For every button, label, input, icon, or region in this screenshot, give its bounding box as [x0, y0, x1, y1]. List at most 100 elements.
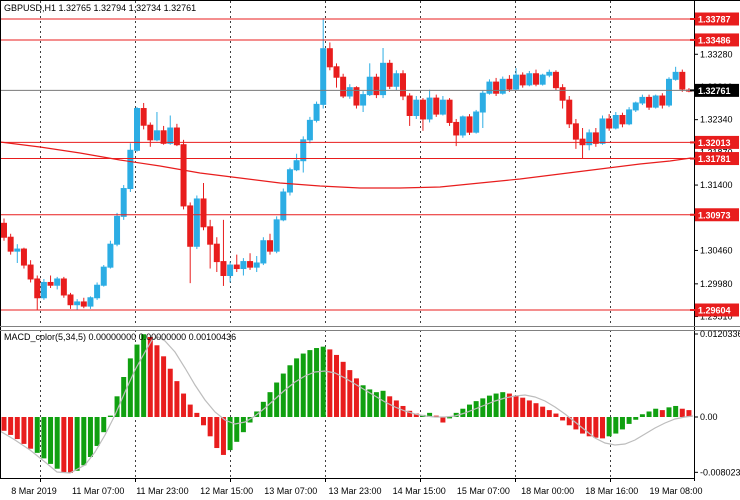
macd-up-bar	[107, 415, 113, 417]
macd-down-bar	[520, 397, 526, 417]
macd-up-bar	[34, 417, 40, 453]
macd-up-bar	[234, 417, 240, 442]
macd-axis-label: -0.0080233	[700, 467, 740, 477]
price-level-badge-label: 1.33486	[698, 35, 731, 45]
bear-candle	[7, 236, 14, 252]
macd-up-bar	[380, 390, 386, 417]
bear-candle	[386, 62, 393, 87]
bear-candle	[180, 144, 187, 207]
bear-candle	[406, 95, 413, 116]
macd-up-bar	[606, 417, 612, 437]
macd-down-bar	[593, 417, 599, 438]
macd-down-bar	[61, 417, 67, 473]
macd-down-bar	[560, 417, 566, 421]
macd-down-bar	[14, 417, 20, 440]
macd-up-bar	[294, 358, 300, 417]
macd-up-bar	[666, 407, 672, 417]
bull-candle	[426, 97, 433, 120]
time-axis-label: 14 Mar 15:00	[393, 486, 446, 496]
macd-down-bar	[8, 417, 14, 435]
bull-candle	[127, 149, 134, 190]
current-price-badge-label: 1.32761	[698, 86, 731, 96]
bull-candle	[639, 96, 646, 104]
bear-candle	[207, 226, 214, 245]
macd-up-bar	[307, 350, 313, 417]
bull-candle	[74, 301, 81, 306]
bull-candle	[586, 132, 593, 146]
macd-up-bar	[633, 417, 639, 420]
price-axis-label: 1.30460	[700, 245, 733, 255]
macd-down-bar	[220, 417, 226, 455]
time-axis-label: 18 Mar 00:00	[521, 486, 574, 496]
macd-up-bar	[101, 417, 107, 433]
macd-up-bar	[486, 395, 492, 417]
bull-candle	[499, 78, 506, 94]
price-axis-label: 1.29980	[700, 279, 733, 289]
macd-down-bar	[201, 417, 206, 426]
bull-candle	[546, 71, 553, 76]
bear-candle	[1, 222, 7, 238]
bull-candle	[253, 262, 260, 268]
macd-down-bar	[161, 356, 167, 417]
bear-candle	[60, 278, 67, 296]
macd-down-bar	[513, 395, 519, 417]
symbol-title: GBPUSD,H1 1.32765 1.32794 1.32734 1.3276…	[4, 3, 196, 13]
bull-candle	[513, 74, 520, 90]
indicator-title: MACD_color(5,34,5) 0.00000000 0.00000000…	[4, 332, 236, 342]
macd-up-bar	[48, 417, 54, 464]
macd-down-bar	[679, 408, 685, 417]
bear-candle	[187, 205, 194, 247]
time-axis-label: 11 Mar 23:00	[136, 486, 188, 496]
macd-axis-label: 0.0120336	[700, 329, 740, 339]
bear-candle	[140, 108, 147, 126]
time-axis-label: 15 Mar 07:00	[457, 486, 510, 496]
bull-candle	[366, 76, 373, 96]
macd-up-bar	[74, 417, 80, 471]
bull-candle	[393, 73, 400, 87]
bear-candle	[552, 71, 559, 89]
macd-down-bar	[21, 417, 27, 444]
macd-down-bar	[553, 413, 559, 417]
bull-candle	[54, 278, 61, 286]
macd-down-bar	[440, 417, 446, 423]
bear-candle	[433, 97, 440, 115]
macd-down-bar	[533, 403, 539, 417]
bull-candle	[360, 94, 367, 106]
macd-down-bar	[174, 381, 180, 417]
bull-candle	[40, 281, 47, 299]
bull-candle	[539, 74, 546, 85]
bull-candle	[612, 114, 619, 129]
macd-down-bar	[167, 368, 173, 417]
macd-up-bar	[87, 417, 93, 457]
bear-candle	[34, 278, 41, 299]
bull-candle	[666, 78, 672, 106]
bear-candle	[566, 99, 573, 125]
bear-candle	[659, 95, 666, 106]
bear-candle	[446, 99, 453, 123]
bull-candle	[260, 240, 267, 264]
bull-candle	[479, 92, 486, 113]
bull-candle	[100, 266, 107, 286]
macd-down-bar	[187, 404, 193, 417]
price-level-badge-label: 1.31781	[698, 154, 731, 164]
bear-candle	[533, 73, 539, 85]
time-axis-label: 13 Mar 07:00	[264, 486, 317, 496]
bear-candle	[619, 114, 626, 125]
bear-candle	[572, 123, 579, 140]
bear-candle	[220, 261, 227, 276]
time-axis-label: 12 Mar 15:00	[200, 486, 253, 496]
macd-up-bar	[653, 408, 659, 417]
bear-candle	[326, 48, 333, 68]
macd-down-bar	[181, 393, 187, 417]
macd-up-bar	[41, 417, 47, 459]
price-level-badge-label: 1.30973	[698, 210, 731, 220]
bull-candle	[473, 111, 480, 133]
bear-candle	[20, 248, 27, 266]
macd-down-bar	[154, 345, 160, 417]
bull-candle	[286, 169, 293, 193]
bear-candle	[400, 73, 406, 97]
bear-candle	[592, 132, 599, 144]
bull-candle	[167, 127, 174, 144]
bear-candle	[466, 116, 473, 133]
bear-candle	[506, 78, 513, 90]
